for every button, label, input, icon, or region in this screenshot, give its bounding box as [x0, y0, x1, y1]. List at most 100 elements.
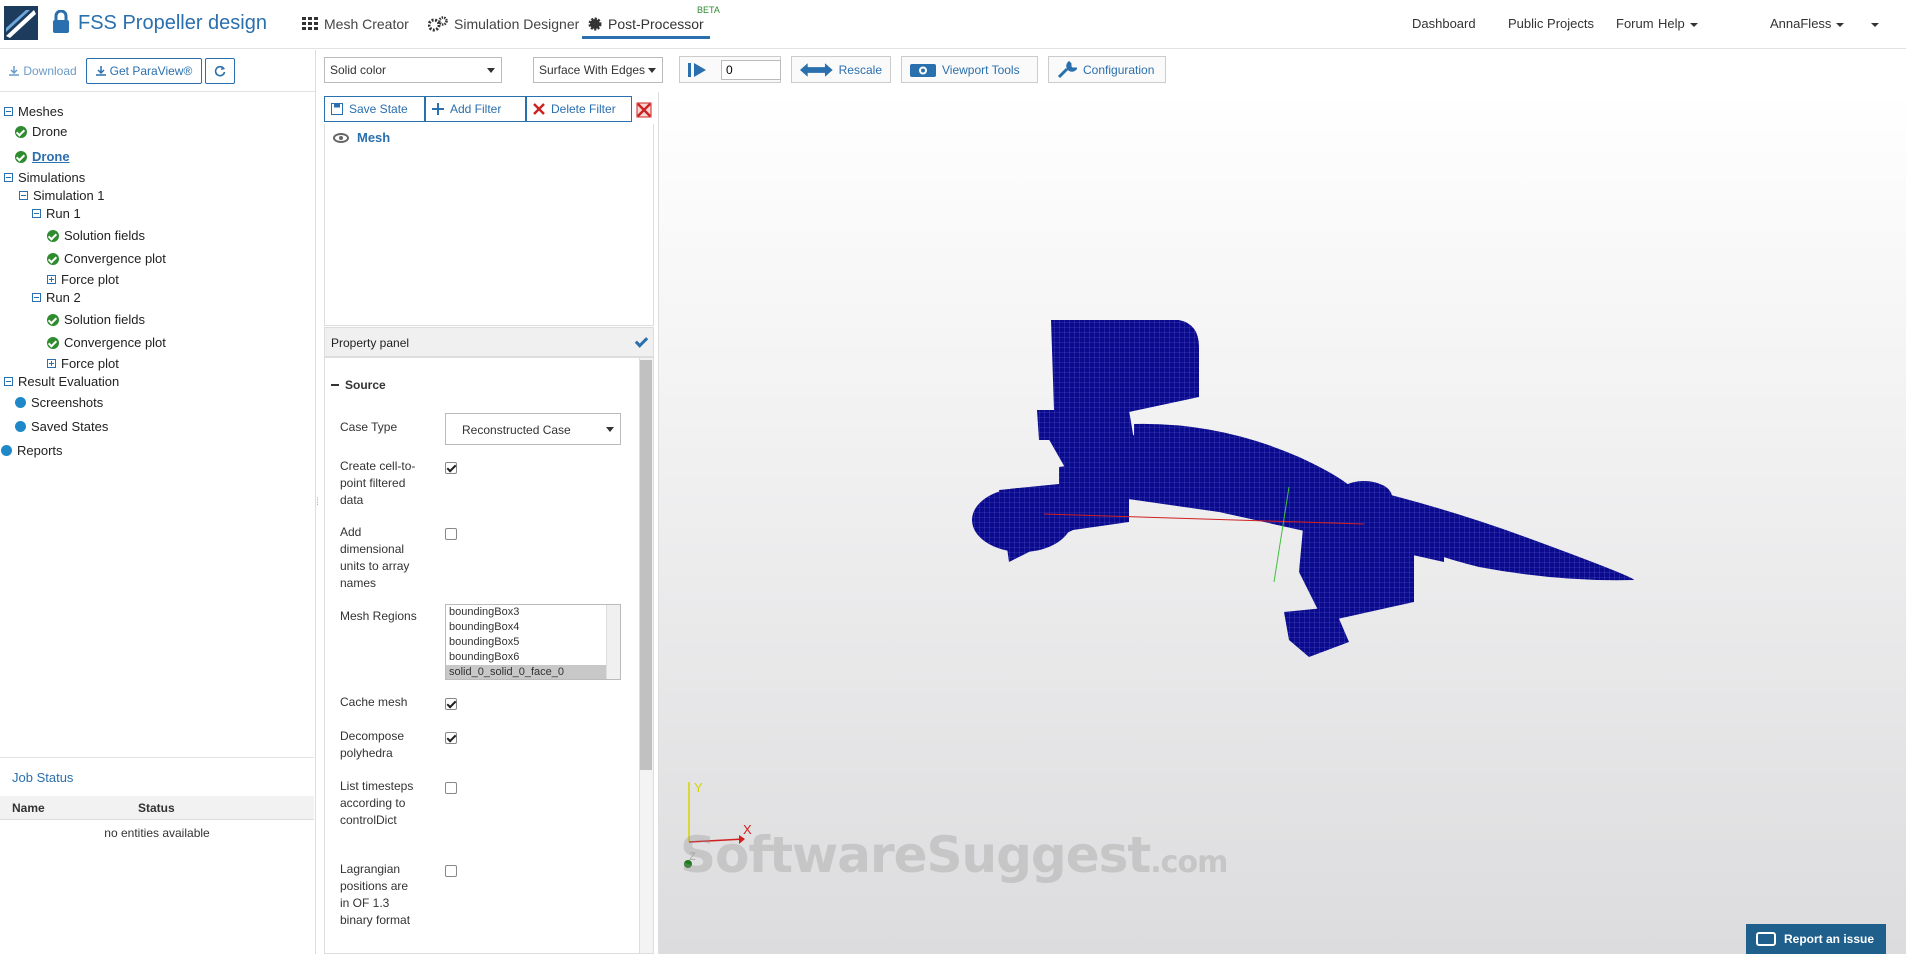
simscale-logo-icon[interactable] [4, 6, 38, 40]
save-state-button[interactable]: Save State [324, 96, 425, 122]
forum-link[interactable]: Forum [1616, 16, 1654, 31]
scrollbar-thumb[interactable] [640, 360, 652, 770]
tree-node-run-2[interactable]: Run 2 [32, 290, 81, 305]
get-paraview-button[interactable]: Get ParaView® [86, 58, 202, 84]
watermark-suffix: .com [1150, 845, 1228, 880]
list-item[interactable]: boundingBox6 [446, 650, 620, 665]
tree-node-saved-states[interactable]: Saved States [15, 419, 108, 434]
chevron-down-icon [1871, 22, 1879, 27]
save-icon [331, 103, 343, 115]
tree-node-run2-force-plot[interactable]: Force plot [47, 356, 119, 371]
tab-simulation-designer[interactable]: Simulation Designer [428, 14, 579, 34]
configuration-button[interactable]: Configuration [1048, 56, 1166, 83]
collapse-icon[interactable] [4, 107, 13, 116]
tree-node-simulation-1[interactable]: Simulation 1 [19, 188, 105, 203]
tree-label: Run 2 [46, 290, 81, 305]
tree-node-mesh-drone[interactable]: Drone [15, 124, 67, 139]
more-menu[interactable] [1866, 16, 1879, 31]
rescale-button[interactable]: Rescale [791, 56, 891, 83]
delete-filter-button[interactable]: Delete Filter [526, 96, 632, 122]
project-title[interactable]: FSS Propeller design [78, 12, 267, 35]
tree-node-run2-convergence-plot[interactable]: Convergence plot [47, 335, 166, 350]
tab-mesh-creator[interactable]: Mesh Creator [302, 14, 409, 34]
plus-icon [432, 103, 444, 115]
representation-select[interactable]: Surface With Edges [533, 57, 663, 83]
tree-label: Force plot [61, 356, 119, 371]
expand-icon[interactable] [47, 359, 56, 368]
tree-label: Reports [17, 443, 63, 458]
apply-check-icon[interactable] [634, 334, 649, 348]
user-menu[interactable]: AnnaFless [1770, 16, 1845, 31]
listbox-scrollbar[interactable] [606, 605, 620, 679]
tree-node-run-1[interactable]: Run 1 [32, 206, 81, 221]
create-cell-to-point-checkbox[interactable] [445, 462, 457, 474]
clear-filters-icon[interactable] [635, 101, 653, 119]
tree-label: Convergence plot [64, 251, 166, 266]
add-dimensional-units-checkbox[interactable] [445, 528, 457, 540]
collapse-icon[interactable] [32, 293, 41, 302]
tree-node-result-evaluation[interactable]: Result Evaluation [4, 374, 119, 389]
public-projects-link[interactable]: Public Projects [1508, 16, 1594, 31]
3d-viewport[interactable]: Y X Z [658, 92, 1906, 954]
list-timesteps-label: List timesteps according to controlDict [340, 779, 414, 827]
list-item[interactable]: boundingBox3 [446, 605, 620, 620]
list-timesteps-checkbox[interactable] [445, 782, 457, 794]
tree-node-reports[interactable]: Reports [1, 443, 63, 458]
cache-mesh-checkbox[interactable] [445, 698, 457, 710]
splitter-handle[interactable]: ⁞ [316, 497, 319, 508]
job-status-title[interactable]: Job Status [12, 770, 73, 785]
col-name[interactable]: Name [12, 801, 45, 815]
dashboard-link[interactable]: Dashboard [1412, 16, 1476, 31]
tree-node-run1-convergence-plot[interactable]: Convergence plot [47, 251, 166, 266]
delete-filter-label: Delete Filter [551, 102, 616, 116]
tree-node-simulations[interactable]: Simulations [4, 170, 85, 185]
collapse-icon[interactable] [32, 209, 41, 218]
lagrangian-positions-label: Lagrangian positions are in OF 1.3 binar… [340, 862, 411, 927]
tree-node-run1-solution-fields[interactable]: Solution fields [47, 228, 145, 243]
frame-input[interactable] [721, 60, 781, 80]
decompose-polyhedra-label: Decompose polyhedra [340, 729, 405, 760]
refresh-button[interactable] [205, 58, 235, 84]
property-panel: Source Case Type Reconstructed Case Crea… [324, 357, 654, 954]
source-section-toggle[interactable]: Source [331, 378, 386, 392]
list-item[interactable]: boundingBox4 [446, 620, 620, 635]
wrench-icon [1057, 60, 1077, 78]
tree-node-run2-solution-fields[interactable]: Solution fields [47, 312, 145, 327]
list-item[interactable]: boundingBox5 [446, 635, 620, 650]
tab-post-processor[interactable]: Post-Processor [588, 14, 704, 34]
drone-mesh-model[interactable]: Y X Z [659, 92, 1906, 954]
play-icon[interactable] [688, 62, 708, 78]
tree-node-run1-force-plot[interactable]: Force plot [47, 272, 119, 287]
grid-icon [302, 17, 318, 30]
color-select[interactable]: Solid color [324, 57, 502, 83]
expand-icon[interactable] [47, 275, 56, 284]
lagrangian-positions-checkbox[interactable] [445, 865, 457, 877]
report-label: Report an issue [1784, 932, 1875, 946]
tree-node-meshes[interactable]: Meshes [4, 104, 64, 119]
decompose-polyhedra-checkbox[interactable] [445, 732, 457, 744]
collapse-icon[interactable] [4, 173, 13, 182]
check-circle-icon [47, 313, 59, 326]
tree-node-screenshots[interactable]: Screenshots [15, 395, 103, 410]
pipeline-item-mesh[interactable]: Mesh [333, 130, 390, 145]
report-issue-button[interactable]: Report an issue [1746, 924, 1886, 954]
beta-badge: BETA [697, 5, 720, 15]
chevron-down-icon [1836, 22, 1845, 27]
tree-label: Solution fields [64, 228, 145, 243]
collapse-icon[interactable] [4, 377, 13, 386]
collapse-icon[interactable] [19, 191, 28, 200]
download-button[interactable]: Download [4, 58, 82, 84]
help-menu[interactable]: Help [1658, 16, 1698, 31]
list-item-selected[interactable]: solid_0_solid_0_face_0 [446, 665, 620, 679]
eye-icon[interactable] [333, 132, 349, 143]
mesh-regions-list[interactable]: boundingBox3 boundingBox4 boundingBox5 b… [445, 604, 621, 680]
tree-node-mesh-drone-selected[interactable]: Drone [15, 149, 70, 164]
property-panel-scrollbar[interactable] [639, 358, 653, 953]
col-status[interactable]: Status [138, 801, 175, 815]
report-icon [1756, 932, 1776, 946]
viewport-tools-button[interactable]: Viewport Tools [901, 56, 1038, 83]
add-filter-button[interactable]: Add Filter [425, 96, 526, 122]
case-type-select[interactable]: Reconstructed Case [445, 413, 621, 445]
check-circle-icon [15, 150, 27, 163]
empty-message: no entities available [104, 826, 210, 840]
